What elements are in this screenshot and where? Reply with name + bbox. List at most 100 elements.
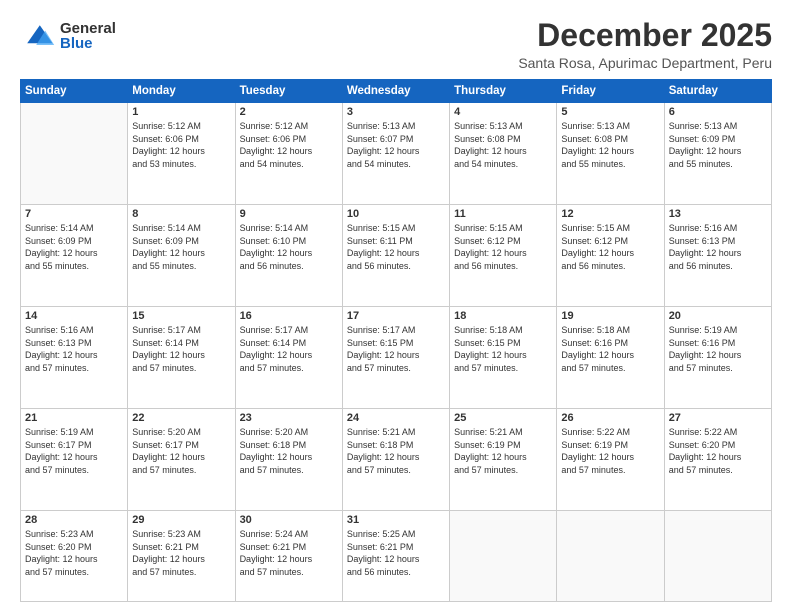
weekday-header: Friday: [557, 80, 664, 103]
calendar-cell: 11 Sunrise: 5:15 AM Sunset: 6:12 PM Dayli…: [450, 205, 557, 307]
weekday-header: Sunday: [21, 80, 128, 103]
day-number: 19: [561, 310, 659, 322]
day-info: Sunrise: 5:20 AM Sunset: 6:18 PM Dayligh…: [240, 426, 338, 476]
day-number: 4: [454, 106, 552, 118]
logo-general: General: [60, 21, 116, 36]
day-number: 2: [240, 106, 338, 118]
calendar-cell: 29Sunrise: 5:23 AM Sunset: 6:21 PM Dayli…: [128, 511, 235, 602]
day-info: Sunrise: 5:16 AM Sunset: 6:13 PM Dayligh…: [25, 324, 123, 374]
day-info: Sunrise: 5:16 AM Sunset: 6:13 PM Dayligh…: [669, 222, 767, 272]
weekday-header: Monday: [128, 80, 235, 103]
day-number: 3: [347, 106, 445, 118]
day-info: Sunrise: 5:15 AM Sunset: 6:11 PM Dayligh…: [347, 222, 445, 272]
calendar-cell: 13 Sunrise: 5:16 AM Sunset: 6:13 PM Dayli…: [664, 205, 771, 307]
day-info: Sunrise: 5:18 AM Sunset: 6:15 PM Dayligh…: [454, 324, 552, 374]
day-number: 16: [240, 310, 338, 322]
title-block: December 2025 Santa Rosa, Apurimac Depar…: [518, 18, 772, 71]
day-number: 5: [561, 106, 659, 118]
day-info: Sunrise: 5:24 AM Sunset: 6:21 PM Dayligh…: [240, 528, 338, 578]
calendar-cell: 23 Sunrise: 5:20 AM Sunset: 6:18 PM Dayli…: [235, 409, 342, 511]
day-info: Sunrise: 5:25 AM Sunset: 6:21 PM Dayligh…: [347, 528, 445, 578]
day-number: 7: [25, 208, 123, 220]
day-number: 31: [347, 514, 445, 526]
day-number: 8: [132, 208, 230, 220]
calendar-cell: 3 Sunrise: 5:13 AM Sunset: 6:07 PM Daylig…: [342, 103, 449, 205]
subtitle: Santa Rosa, Apurimac Department, Peru: [518, 55, 772, 71]
day-number: 15: [132, 310, 230, 322]
day-info: Sunrise: 5:12 AM Sunset: 6:06 PM Dayligh…: [132, 120, 230, 170]
day-number: 10: [347, 208, 445, 220]
day-info: Sunrise: 5:22 AM Sunset: 6:20 PM Dayligh…: [669, 426, 767, 476]
calendar-week-row: 14Sunrise: 5:16 AM Sunset: 6:13 PM Dayli…: [21, 307, 772, 409]
weekday-header: Saturday: [664, 80, 771, 103]
calendar-week-row: 21 Sunrise: 5:19 AM Sunset: 6:17 PM Dayli…: [21, 409, 772, 511]
logo: General Blue: [20, 18, 116, 54]
logo-icon: [20, 18, 56, 54]
day-number: 25: [454, 412, 552, 424]
calendar-cell: 26Sunrise: 5:22 AM Sunset: 6:19 PM Dayli…: [557, 409, 664, 511]
weekday-header: Wednesday: [342, 80, 449, 103]
day-info: Sunrise: 5:14 AM Sunset: 6:10 PM Dayligh…: [240, 222, 338, 272]
day-info: Sunrise: 5:21 AM Sunset: 6:18 PM Dayligh…: [347, 426, 445, 476]
calendar-cell: 14Sunrise: 5:16 AM Sunset: 6:13 PM Dayli…: [21, 307, 128, 409]
day-info: Sunrise: 5:13 AM Sunset: 6:08 PM Dayligh…: [561, 120, 659, 170]
calendar-cell: 8 Sunrise: 5:14 AM Sunset: 6:09 PM Daylig…: [128, 205, 235, 307]
calendar-cell: 27 Sunrise: 5:22 AM Sunset: 6:20 PM Dayli…: [664, 409, 771, 511]
day-info: Sunrise: 5:14 AM Sunset: 6:09 PM Dayligh…: [132, 222, 230, 272]
weekday-header: Thursday: [450, 80, 557, 103]
calendar-cell: 12 Sunrise: 5:15 AM Sunset: 6:12 PM Dayli…: [557, 205, 664, 307]
day-number: 6: [669, 106, 767, 118]
calendar-cell: [664, 511, 771, 602]
calendar-cell: 9 Sunrise: 5:14 AM Sunset: 6:10 PM Daylig…: [235, 205, 342, 307]
weekday-header-row: SundayMondayTuesdayWednesdayThursdayFrid…: [21, 80, 772, 103]
day-number: 12: [561, 208, 659, 220]
calendar-cell: 17 Sunrise: 5:17 AM Sunset: 6:15 PM Dayli…: [342, 307, 449, 409]
calendar-cell: 19Sunrise: 5:18 AM Sunset: 6:16 PM Dayli…: [557, 307, 664, 409]
day-info: Sunrise: 5:17 AM Sunset: 6:14 PM Dayligh…: [240, 324, 338, 374]
day-number: 20: [669, 310, 767, 322]
calendar-cell: 10 Sunrise: 5:15 AM Sunset: 6:11 PM Dayli…: [342, 205, 449, 307]
day-info: Sunrise: 5:19 AM Sunset: 6:16 PM Dayligh…: [669, 324, 767, 374]
day-number: 30: [240, 514, 338, 526]
day-info: Sunrise: 5:19 AM Sunset: 6:17 PM Dayligh…: [25, 426, 123, 476]
calendar-week-row: 1 Sunrise: 5:12 AM Sunset: 6:06 PM Daylig…: [21, 103, 772, 205]
calendar-cell: [21, 103, 128, 205]
calendar-cell: 20 Sunrise: 5:19 AM Sunset: 6:16 PM Dayli…: [664, 307, 771, 409]
day-number: 22: [132, 412, 230, 424]
calendar-cell: [450, 511, 557, 602]
day-info: Sunrise: 5:13 AM Sunset: 6:09 PM Dayligh…: [669, 120, 767, 170]
day-info: Sunrise: 5:17 AM Sunset: 6:14 PM Dayligh…: [132, 324, 230, 374]
header: General Blue December 2025 Santa Rosa, A…: [20, 18, 772, 71]
day-number: 17: [347, 310, 445, 322]
day-info: Sunrise: 5:15 AM Sunset: 6:12 PM Dayligh…: [561, 222, 659, 272]
day-number: 1: [132, 106, 230, 118]
calendar-cell: 21 Sunrise: 5:19 AM Sunset: 6:17 PM Dayli…: [21, 409, 128, 511]
calendar-cell: 7Sunrise: 5:14 AM Sunset: 6:09 PM Daylig…: [21, 205, 128, 307]
calendar-week-row: 28Sunrise: 5:23 AM Sunset: 6:20 PM Dayli…: [21, 511, 772, 602]
day-number: 28: [25, 514, 123, 526]
calendar-cell: 4Sunrise: 5:13 AM Sunset: 6:08 PM Daylig…: [450, 103, 557, 205]
calendar-cell: [557, 511, 664, 602]
calendar-cell: 28Sunrise: 5:23 AM Sunset: 6:20 PM Dayli…: [21, 511, 128, 602]
day-info: Sunrise: 5:15 AM Sunset: 6:12 PM Dayligh…: [454, 222, 552, 272]
calendar-cell: 22 Sunrise: 5:20 AM Sunset: 6:17 PM Dayli…: [128, 409, 235, 511]
day-number: 27: [669, 412, 767, 424]
calendar-cell: 31 Sunrise: 5:25 AM Sunset: 6:21 PM Dayli…: [342, 511, 449, 602]
day-info: Sunrise: 5:17 AM Sunset: 6:15 PM Dayligh…: [347, 324, 445, 374]
calendar: SundayMondayTuesdayWednesdayThursdayFrid…: [20, 79, 772, 602]
day-number: 9: [240, 208, 338, 220]
calendar-cell: 5 Sunrise: 5:13 AM Sunset: 6:08 PM Daylig…: [557, 103, 664, 205]
day-info: Sunrise: 5:20 AM Sunset: 6:17 PM Dayligh…: [132, 426, 230, 476]
calendar-cell: 15 Sunrise: 5:17 AM Sunset: 6:14 PM Dayli…: [128, 307, 235, 409]
day-number: 18: [454, 310, 552, 322]
day-number: 23: [240, 412, 338, 424]
day-info: Sunrise: 5:13 AM Sunset: 6:07 PM Dayligh…: [347, 120, 445, 170]
day-number: 11: [454, 208, 552, 220]
day-info: Sunrise: 5:12 AM Sunset: 6:06 PM Dayligh…: [240, 120, 338, 170]
day-number: 21: [25, 412, 123, 424]
day-number: 13: [669, 208, 767, 220]
day-number: 24: [347, 412, 445, 424]
day-info: Sunrise: 5:21 AM Sunset: 6:19 PM Dayligh…: [454, 426, 552, 476]
calendar-cell: 18 Sunrise: 5:18 AM Sunset: 6:15 PM Dayli…: [450, 307, 557, 409]
day-info: Sunrise: 5:23 AM Sunset: 6:21 PM Dayligh…: [132, 528, 230, 578]
